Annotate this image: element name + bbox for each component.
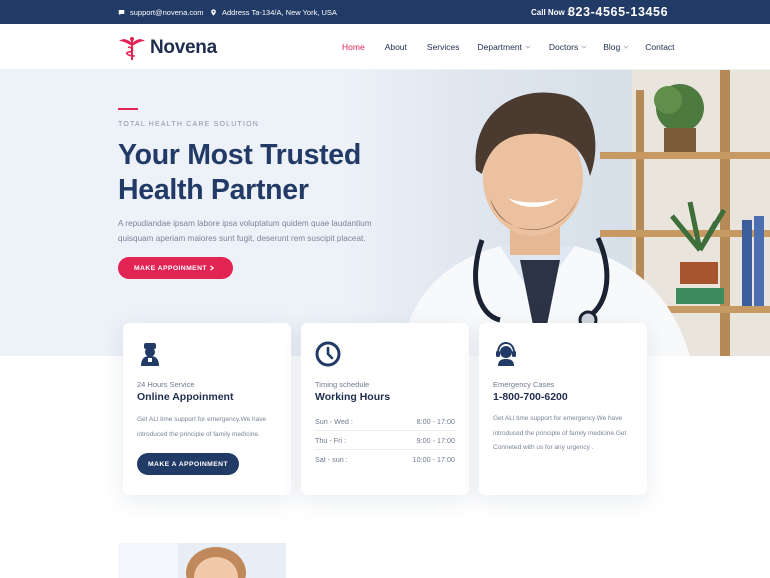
email-text[interactable]: support@novena.com	[130, 8, 204, 17]
hours-time: 9:00 - 17:00	[416, 435, 455, 445]
hours-day: Sun - Wed :	[315, 416, 353, 426]
emergency-card-subtitle: Emergency Cases	[493, 380, 555, 389]
phone-number[interactable]: 823-4565-13456	[568, 0, 668, 24]
chevron-down-icon	[525, 45, 531, 49]
map-pin-icon	[211, 8, 216, 16]
working-hours-card: Timing schedule Working Hours Sun - Wed …	[301, 323, 469, 495]
make-appoinment-label: MAKE APPOINMENT	[134, 264, 207, 272]
clock-icon	[315, 341, 341, 367]
chevron-down-icon	[623, 45, 629, 49]
address-text: Address Ta-134/A, New York, USA	[222, 7, 337, 17]
logo[interactable]: Novena	[118, 35, 217, 61]
hours-day: Thu - Fri :	[315, 435, 347, 445]
hero-title-line2: Health Partner	[118, 174, 309, 206]
hours-row: Thu - Fri : 9:00 - 17:00	[315, 431, 455, 450]
brand-name: Novena	[150, 37, 217, 58]
nav-item-label: Contact	[645, 42, 675, 52]
nav-item-blog[interactable]: Blog	[603, 42, 629, 52]
hero-accent-line	[118, 108, 138, 110]
nav-item-about[interactable]: About	[385, 42, 407, 52]
hours-card-title: Working Hours	[315, 391, 391, 403]
make-a-appoinment-button[interactable]: MAKE A APPOINMENT	[137, 453, 239, 475]
hours-time: 10:00 - 17:00	[412, 455, 455, 464]
hero-kicker: TOTAL HEALTH CARE SOLUTION	[118, 121, 260, 128]
hours-time: 8:00 - 17:00	[416, 416, 455, 426]
nav-item-label: Blog	[603, 42, 621, 52]
nav-item-label: Home	[342, 42, 365, 52]
hours-card-subtitle: Timing schedule	[315, 380, 370, 389]
nav-item-home[interactable]: Home	[342, 42, 365, 52]
chat-icon	[118, 9, 125, 15]
hero-title-line1: Your Most Trusted	[118, 139, 361, 171]
online-appoinment-card: 24 Hours Service Online Appoinment Get A…	[123, 323, 291, 495]
nav-item-label: Doctors	[548, 42, 579, 52]
nav-item-department[interactable]: Department	[478, 42, 531, 52]
hours-row: Sat - sun : 10:00 - 17:00	[315, 450, 455, 469]
nav-item-label: Department	[477, 42, 522, 52]
online-card-text: Get ALl time support for emergency.We ha…	[137, 416, 267, 438]
top-bar: support@novena.com Address Ta-134/A, New…	[0, 0, 770, 24]
email-contact[interactable]: support@novena.com	[118, 0, 204, 24]
nav-item-label: Services	[426, 42, 460, 52]
address-contact: Address Ta-134/A, New York, USA	[210, 0, 337, 24]
doctor-icon	[141, 343, 159, 366]
chevron-right-icon	[210, 265, 215, 271]
hero-title: Your Most Trusted Health Partner	[118, 138, 438, 208]
nav-item-contact[interactable]: Contact	[645, 42, 674, 52]
woman-portrait-image	[118, 543, 286, 578]
headset-icon	[496, 341, 516, 366]
emergency-phone[interactable]: 1-800-700-6200	[493, 391, 568, 403]
nav-menu: Home About Services Department Doctors Blog Co…	[342, 24, 675, 70]
nav-item-services[interactable]: Services	[427, 42, 460, 52]
emergency-card-text: Get ALl time support for emergency.We ha…	[493, 415, 627, 451]
hours-list: Sun - Wed : 8:00 - 17:00 Thu - Fri : 9:0…	[315, 412, 455, 469]
chevron-down-icon	[581, 45, 587, 49]
hours-day: Sat - sun :	[315, 455, 348, 464]
online-card-subtitle: 24 Hours Service	[137, 380, 195, 389]
nav-item-label: About	[384, 42, 407, 52]
hero-description: A repudiandae ipsam labore ipsa voluptat…	[118, 219, 372, 243]
make-appoinment-button[interactable]: MAKE APPOINMENT	[118, 257, 233, 279]
hero-section: TOTAL HEALTH CARE SOLUTION Your Most Tru…	[0, 70, 770, 356]
call-label: Call Now :	[531, 7, 570, 17]
emergency-cases-card: Emergency Cases 1-800-700-6200 Get ALl t…	[479, 323, 647, 495]
nav-item-doctors[interactable]: Doctors	[549, 42, 587, 52]
main-nav: Novena Home About Services Department Doctor…	[0, 24, 770, 70]
hours-row: Sun - Wed : 8:00 - 17:00	[315, 412, 455, 431]
about-section-image	[118, 543, 286, 578]
caduceus-logo-icon	[119, 37, 145, 60]
online-card-title: Online Appoinment	[137, 391, 234, 403]
hero-doctor-image	[0, 70, 770, 356]
